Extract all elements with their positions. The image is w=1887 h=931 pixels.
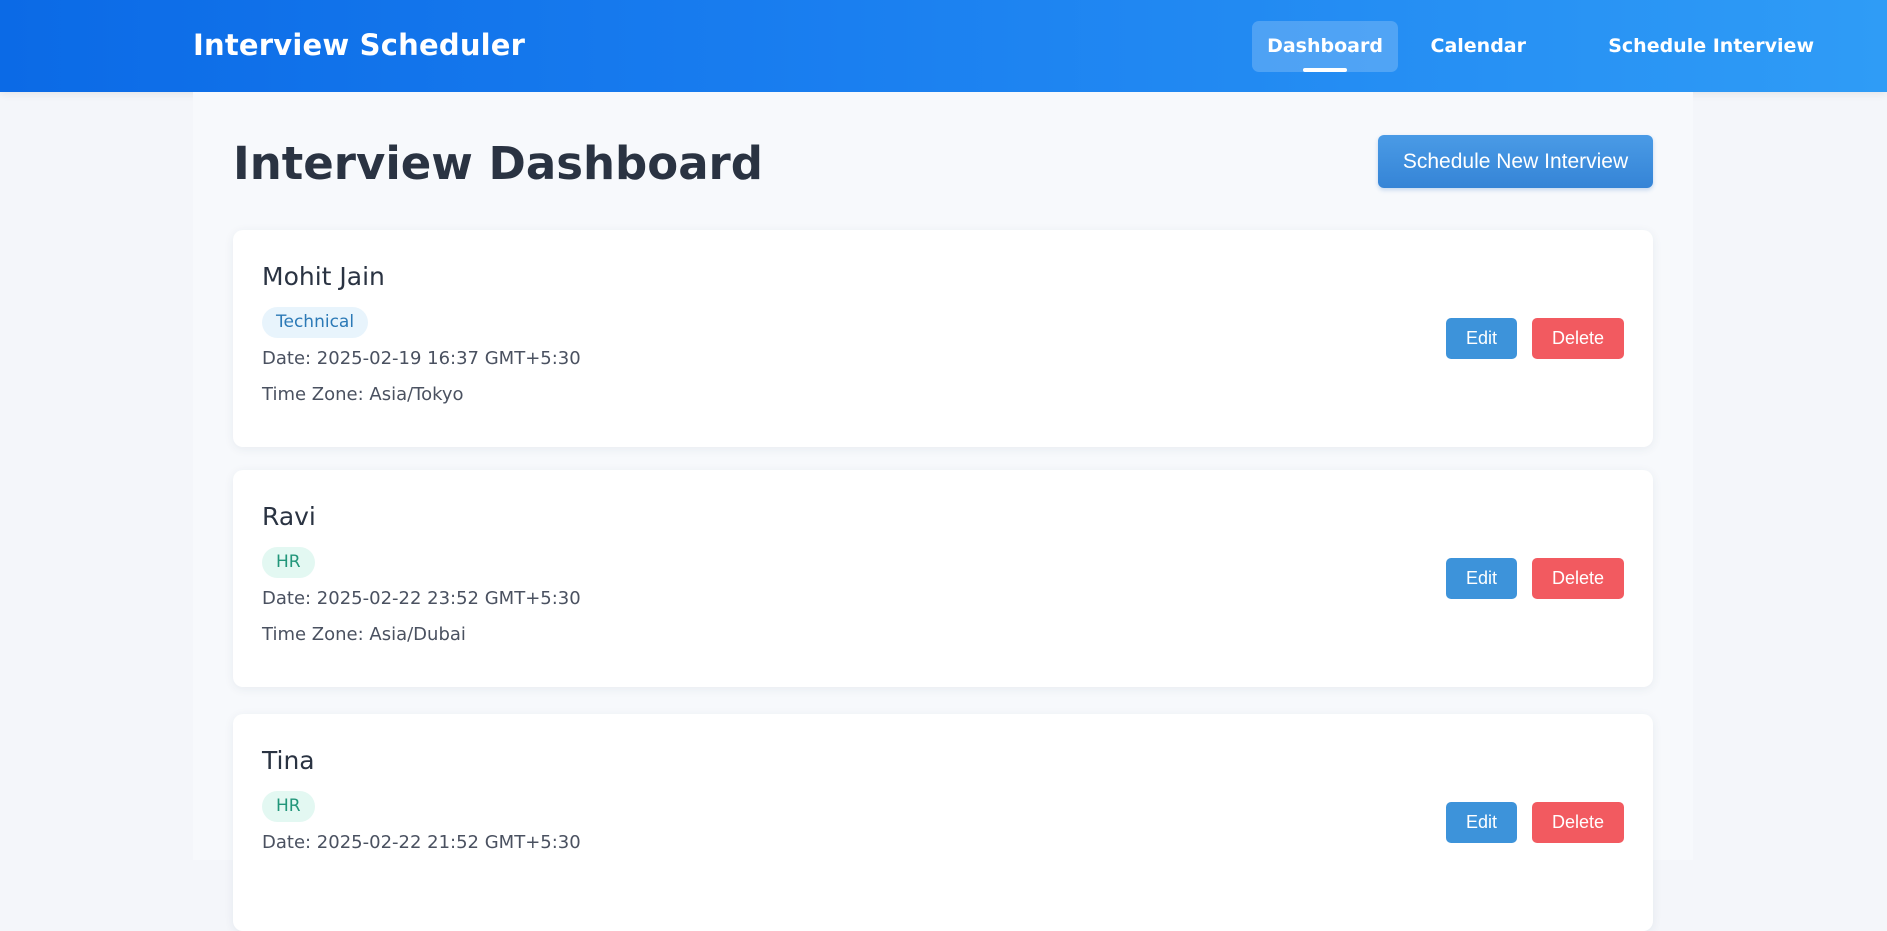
delete-button[interactable]: Delete	[1532, 318, 1624, 359]
interview-type-badge: HR	[262, 547, 315, 578]
interview-card: Ravi HR Date: 2025-02-22 23:52 GMT+5:30 …	[233, 470, 1653, 687]
delete-button[interactable]: Delete	[1532, 558, 1624, 599]
page-title: Interview Dashboard	[233, 137, 763, 190]
dashboard-main: Interview Dashboard Schedule New Intervi…	[193, 92, 1693, 931]
app-title[interactable]: Interview Scheduler	[193, 28, 525, 62]
interview-date: Date: 2025-02-22 21:52 GMT+5:30	[262, 832, 581, 853]
candidate-name: Tina	[262, 746, 315, 775]
top-navbar: Interview Scheduler Dashboard Calendar S…	[0, 0, 1887, 92]
interview-card: Tina HR Date: 2025-02-22 21:52 GMT+5:30 …	[233, 714, 1653, 931]
interview-date: Date: 2025-02-22 23:52 GMT+5:30	[262, 588, 581, 609]
delete-button[interactable]: Delete	[1532, 802, 1624, 843]
edit-button[interactable]: Edit	[1446, 802, 1517, 843]
interview-timezone: Time Zone: Asia/Dubai	[262, 624, 466, 645]
candidate-name: Ravi	[262, 502, 316, 531]
nav-schedule-interview-label: Schedule Interview	[1608, 35, 1814, 57]
nav-calendar-label: Calendar	[1430, 35, 1526, 57]
interview-timezone: Time Zone: Asia/Tokyo	[262, 384, 464, 405]
edit-button[interactable]: Edit	[1446, 558, 1517, 599]
candidate-name: Mohit Jain	[262, 262, 385, 291]
nav-dashboard-label: Dashboard	[1267, 35, 1383, 57]
interview-card: Mohit Jain Technical Date: 2025-02-19 16…	[233, 230, 1653, 447]
interview-type-badge: Technical	[262, 307, 369, 338]
nav-dashboard[interactable]: Dashboard	[1252, 21, 1398, 72]
active-indicator	[1303, 68, 1347, 72]
edit-button[interactable]: Edit	[1446, 318, 1517, 359]
schedule-new-interview-button[interactable]: Schedule New Interview	[1378, 135, 1653, 188]
interview-date: Date: 2025-02-19 16:37 GMT+5:30	[262, 348, 581, 369]
interview-type-badge: HR	[262, 791, 315, 822]
